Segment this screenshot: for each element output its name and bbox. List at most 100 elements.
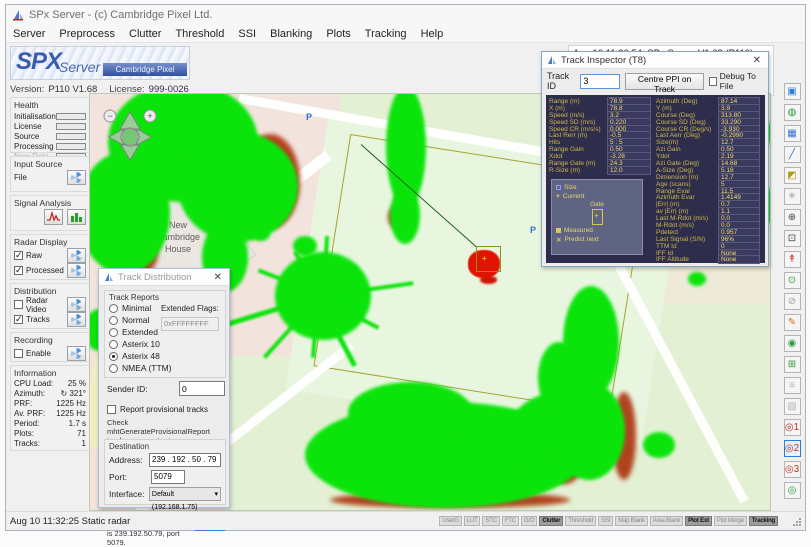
info-value: 1 [82,439,86,449]
info-value: 1225 Hz [56,409,86,419]
track-id-input[interactable] [580,74,620,89]
provisional-tracks-label: Report provisional tracks [120,405,208,414]
view-3-icon[interactable]: ◎3 [784,461,801,478]
map-pan-control[interactable]: − + [101,107,159,165]
menu-item[interactable]: Plots [319,26,357,42]
report-format-label: NMEA (TTM) [122,363,172,373]
region-flag-icon[interactable]: ◩ [784,167,801,184]
distribution-title: Distribution [14,286,86,296]
distribution-row: Radar Video [14,297,86,312]
resize-grip[interactable] [792,517,801,526]
address-label: Address: [109,455,145,465]
track-pin-icon[interactable]: ↟ [784,251,801,268]
info-label: Period: [14,419,39,429]
histogram-button[interactable] [67,209,86,225]
menu-item[interactable]: Help [414,26,451,42]
pan-centre[interactable] [121,128,139,146]
recording-checkbox[interactable] [14,349,23,358]
radar-fan-icon [70,313,83,326]
input-source-group: Input Source File [10,156,90,192]
gate-diagram [592,209,603,225]
info-label: Plots: [14,429,34,439]
health-title: Health [14,100,86,110]
track-distribution-titlebar[interactable]: Track Distribution ✕ [99,269,229,286]
centre-ppi-button[interactable]: Centre PPI on Track [625,73,703,90]
pan-up-arrow[interactable] [120,112,140,129]
track-data-row: R-Size (m) 12.0 [549,167,653,174]
track-plot-fragment [480,276,497,284]
track-gate [476,246,501,272]
clutter-blob [553,382,625,480]
distribution-checkbox[interactable] [14,315,23,324]
display-config-button[interactable] [67,248,86,263]
input-source-config-button[interactable] [67,170,86,185]
plus-icon: + [147,111,152,121]
report-format-radio[interactable] [109,316,118,325]
distribution-checkbox[interactable] [14,300,23,309]
track-inspector-titlebar[interactable]: Track Inspector (T8) ✕ [542,52,768,69]
brand-banner: SPX Server Cambridge Pixel [10,46,190,80]
menu-item[interactable]: Tracking [358,26,414,42]
report-format-radio[interactable] [109,364,118,373]
recording-row: Enable [14,346,86,361]
predict-marker-icon: ✕ [556,236,561,244]
zoom-track-icon[interactable]: ◉ [784,335,801,352]
pan-view-icon[interactable]: ⊞ [784,356,801,373]
app-window: SPx Server - (c) Cambridge Pixel Ltd. Se… [5,4,806,531]
input-source-file-label: File [14,173,64,182]
interface-select[interactable]: Default (192.168.1.75)▾ [149,487,221,501]
calibrate-pen-icon[interactable]: ✎ [784,314,801,331]
processing-indicator: Plot Ext [685,516,712,526]
menu-item[interactable]: Blanking [263,26,319,42]
blank-zones-icon[interactable]: ▨ [784,398,801,415]
report-format-radio[interactable] [109,328,118,337]
range-rings-icon[interactable]: ≡ [784,377,801,394]
menu-item[interactable]: Server [6,26,52,42]
radio-row: Asterix 10 [109,338,221,350]
view-2-icon[interactable]: ◎2 [784,440,801,457]
clutter-burst-icon[interactable]: ✳ [784,188,801,205]
measure-ruler-icon[interactable]: ╱ [784,146,801,163]
display-checkbox[interactable] [14,251,23,260]
map-overlay-icon[interactable]: ▣ [784,83,801,100]
extended-flags-label: Extended Flags: [161,304,219,313]
pan-down-arrow[interactable] [121,145,139,160]
close-icon[interactable]: ✕ [750,55,764,66]
health-row: Source [14,131,86,141]
menu-item[interactable]: SSI [231,26,263,42]
menu-item[interactable]: Threshold [168,26,231,42]
report-format-radio[interactable] [109,304,118,313]
menu-item[interactable]: Clutter [122,26,168,42]
centre-target-icon[interactable]: ⊡ [784,230,801,247]
report-format-radio[interactable] [109,340,118,349]
track-data-right-column: Azimuth (Deg) 87.14 Y (m) 3.9 Course (De… [656,98,762,263]
recording-config-button[interactable] [67,346,86,361]
ascan-button[interactable] [44,209,63,225]
debug-to-file-checkbox[interactable] [709,77,717,86]
centre-crosshair-icon[interactable]: ⊕ [784,209,801,226]
processing-indicator: Clutter [539,516,563,526]
processing-indicator: SSI [598,516,613,526]
port-input[interactable] [151,470,185,484]
radar-display-row: Processed [14,263,86,278]
no-entry-icon[interactable]: ⊘ [784,293,801,310]
display-checkbox[interactable] [14,266,23,275]
report-format-radio[interactable] [109,352,118,361]
info-value: 71 [77,429,86,439]
close-icon[interactable]: ✕ [211,272,225,283]
history-clock-icon[interactable]: ⊙ [784,272,801,289]
sender-id-input[interactable] [179,381,225,396]
address-input[interactable] [149,453,221,467]
chart-grid-icon[interactable]: ▦ [784,125,801,142]
view-all-icon[interactable]: ◎ [784,482,801,499]
view-1-icon[interactable]: ◎1 [784,419,801,436]
title-bar[interactable]: SPx Server - (c) Cambridge Pixel Ltd. [6,5,805,25]
globe-icon[interactable]: ◍ [784,104,801,121]
information-group: Information CPU Load: 25 % Azimuth: ↻ 32… [10,365,90,451]
menu-item[interactable]: Preprocess [52,26,122,42]
distribution-config-button[interactable] [67,297,86,312]
distribution-config-button[interactable] [67,312,86,327]
display-config-button[interactable] [67,263,86,278]
provisional-tracks-checkbox[interactable] [107,405,116,414]
radar-fan-icon [70,264,83,277]
